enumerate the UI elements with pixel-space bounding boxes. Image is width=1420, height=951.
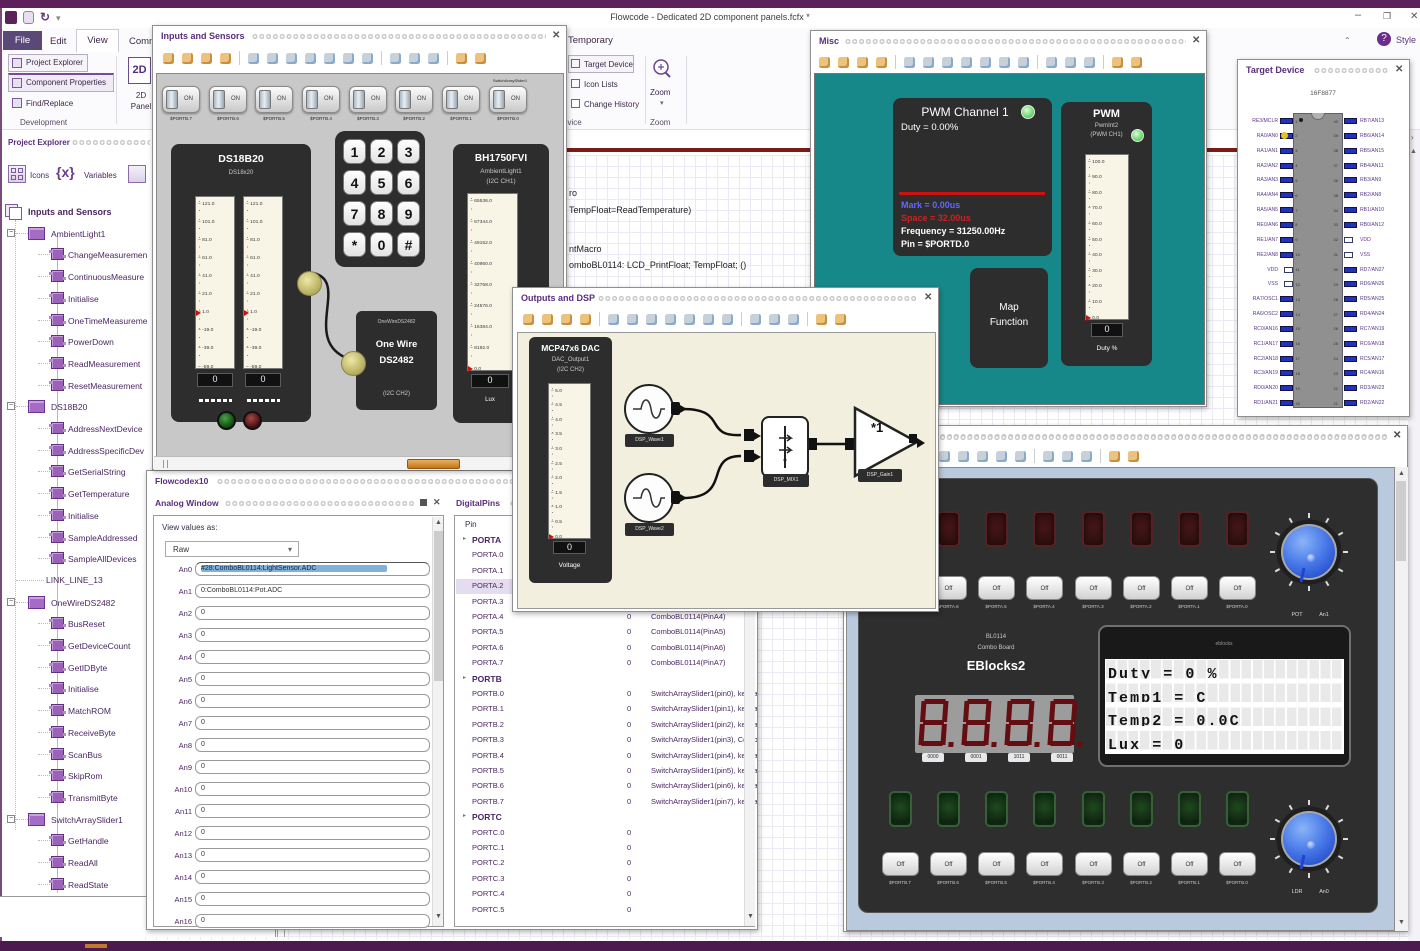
svg-text:*1: *1 — [871, 420, 883, 435]
